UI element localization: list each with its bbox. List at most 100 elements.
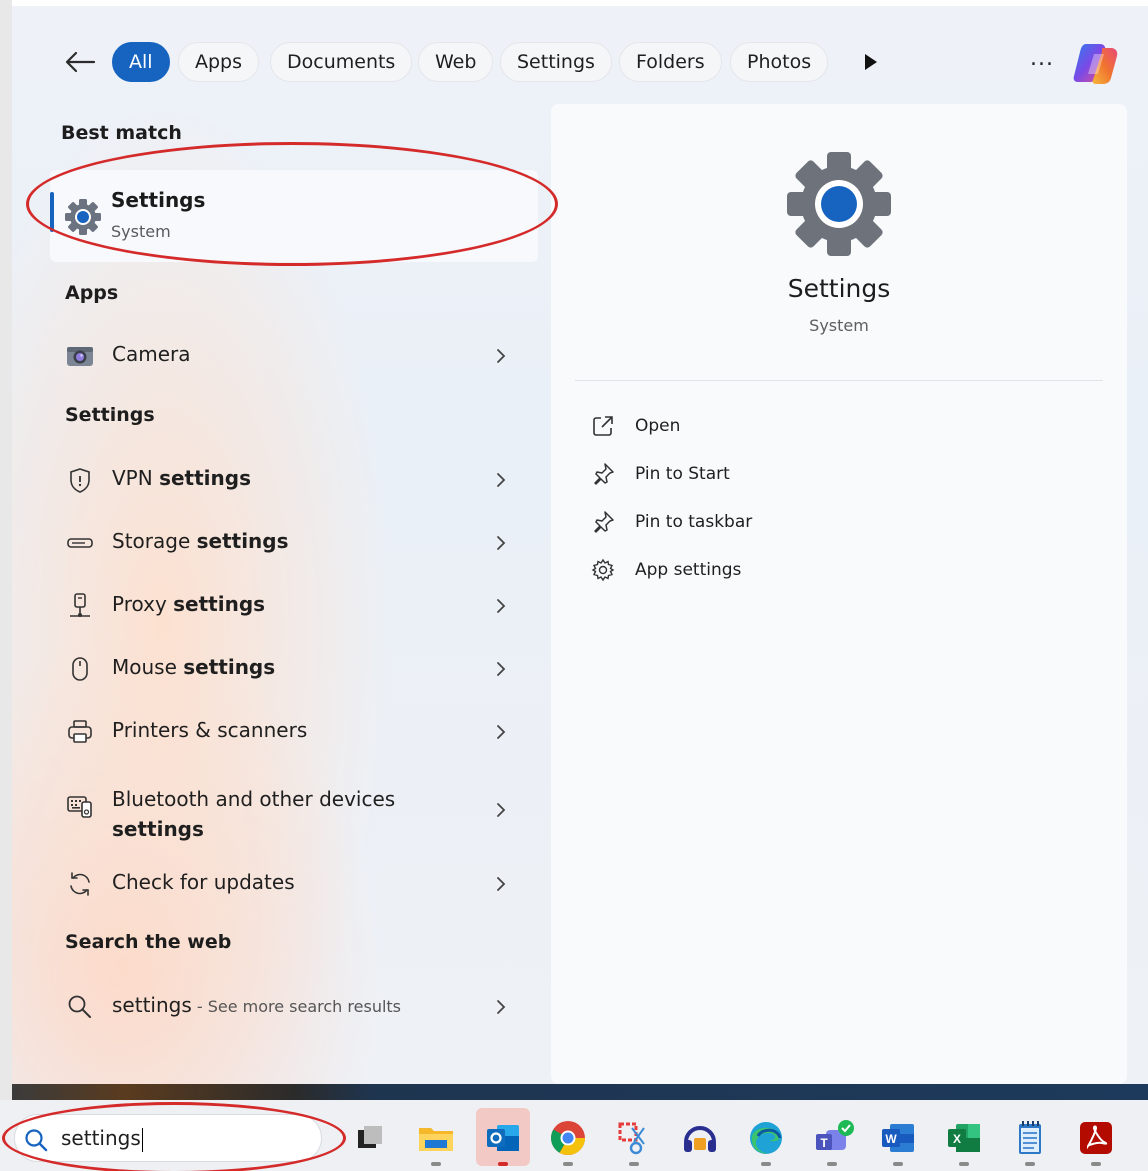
app-item-label: Camera [112, 342, 191, 366]
gear-icon [591, 558, 615, 582]
snipping-tool-icon[interactable] [614, 1118, 654, 1166]
audio-app-icon[interactable] [680, 1118, 720, 1158]
filter-chip-photos[interactable]: Photos [730, 42, 829, 82]
proxy-icon [70, 593, 90, 617]
action-label: Open [635, 416, 681, 436]
divider [575, 380, 1103, 381]
settings-item-label: Check for updates [112, 870, 295, 894]
running-indicator [431, 1162, 441, 1166]
word-icon[interactable]: W [878, 1118, 918, 1166]
apps-heading: Apps [65, 282, 119, 304]
settings-item-match: settings [173, 592, 266, 616]
settings-item-label: Proxy [112, 592, 174, 616]
web-query: settings [112, 993, 192, 1017]
search-panel: All Apps Documents Web Settings Folders … [12, 6, 1148, 1084]
running-indicator [563, 1162, 573, 1166]
settings-item-mouse[interactable]: Mouse settings [52, 643, 522, 695]
settings-item-label: Storage [112, 529, 197, 553]
running-indicator [1025, 1162, 1035, 1166]
search-icon [68, 995, 91, 1018]
settings-item-proxy[interactable]: Proxy settings [52, 580, 522, 632]
web-search-item[interactable]: settings - See more search results [52, 981, 522, 1033]
web-query-suffix: - See more search results [191, 997, 402, 1016]
outlook-icon[interactable] [476, 1108, 530, 1166]
settings-item-label: VPN [112, 466, 160, 490]
svg-text:X: X [953, 1132, 961, 1146]
action-app-settings[interactable]: App settings [591, 554, 891, 590]
best-match-heading: Best match [61, 122, 182, 144]
settings-item-updates[interactable]: Check for updates [52, 858, 522, 910]
copilot-icon[interactable] [1072, 40, 1122, 86]
more-filters-arrow-icon[interactable] [862, 52, 880, 72]
running-indicator [893, 1162, 903, 1166]
edge-icon[interactable] [746, 1118, 786, 1166]
action-label: Pin to Start [635, 464, 730, 484]
svg-text:W: W [885, 1132, 897, 1146]
settings-item-storage[interactable]: Storage settings [52, 517, 522, 569]
search-web-heading: Search the web [65, 931, 232, 953]
taskbar: settings T W X [0, 1100, 1148, 1171]
shield-icon [70, 468, 90, 493]
task-view-icon[interactable] [350, 1118, 390, 1158]
acrobat-icon[interactable] [1076, 1118, 1116, 1166]
more-options-button[interactable]: ... [1030, 46, 1054, 71]
chevron-right-icon [497, 662, 506, 676]
filter-chip-settings[interactable]: Settings [500, 42, 612, 82]
settings-item-printers[interactable]: Printers & scanners [52, 706, 522, 758]
running-indicator [761, 1162, 771, 1166]
chevron-right-icon [497, 877, 506, 891]
settings-item-label: Mouse [112, 655, 184, 679]
chrome-icon[interactable] [548, 1118, 588, 1166]
settings-item-match: settings [112, 817, 204, 841]
refresh-icon [70, 872, 90, 896]
action-open[interactable]: Open [591, 410, 891, 446]
settings-item-bluetooth[interactable]: Bluetooth and other devices settings [52, 770, 522, 842]
storage-icon [67, 538, 93, 548]
action-pin-start[interactable]: Pin to Start [591, 458, 891, 494]
file-explorer-icon[interactable] [416, 1118, 456, 1166]
chevron-right-icon [497, 473, 506, 487]
pin-icon [594, 463, 614, 485]
settings-item-label: Printers & scanners [112, 718, 308, 742]
filter-chip-documents[interactable]: Documents [270, 42, 413, 82]
filter-chip-web[interactable]: Web [418, 42, 494, 82]
notepad-icon[interactable] [1010, 1118, 1050, 1166]
excel-icon[interactable]: X [944, 1118, 984, 1166]
printer-icon [68, 720, 92, 743]
action-pin-taskbar[interactable]: Pin to taskbar [591, 506, 891, 542]
filter-chip-folders[interactable]: Folders [619, 42, 722, 82]
preview-title: Settings [787, 274, 891, 303]
annotation-oval [2, 1102, 346, 1171]
open-external-icon [593, 416, 613, 436]
mouse-icon [72, 657, 88, 681]
running-indicator [827, 1162, 837, 1166]
app-item-camera[interactable]: Camera [52, 330, 522, 382]
action-label: App settings [635, 560, 742, 580]
svg-text:T: T [820, 1136, 828, 1150]
running-indicator [959, 1162, 969, 1166]
camera-icon [67, 347, 93, 366]
settings-item-vpn[interactable]: VPN settings [52, 454, 522, 506]
filter-bar: All Apps Documents Web Settings Folders … [12, 36, 1148, 88]
desktop-wallpaper-strip [12, 1084, 1148, 1100]
settings-item-match: settings [196, 529, 289, 553]
settings-heading: Settings [65, 404, 155, 426]
settings-item-match: settings [183, 655, 276, 679]
back-arrow-icon[interactable] [64, 50, 96, 74]
teams-icon[interactable]: T [812, 1118, 854, 1166]
action-label: Pin to taskbar [635, 512, 753, 532]
running-indicator [1091, 1162, 1101, 1166]
settings-item-label: Bluetooth and other devices [112, 787, 396, 811]
preview-pane: Settings System Open Pin to Start Pin to… [551, 104, 1127, 1084]
preview-subtitle: System [809, 316, 869, 335]
chevron-right-icon [497, 349, 506, 363]
chevron-right-icon [497, 725, 506, 739]
chevron-right-icon [497, 803, 506, 817]
filter-chip-apps[interactable]: Apps [178, 42, 260, 82]
chevron-right-icon [497, 1000, 506, 1014]
running-indicator [629, 1162, 639, 1166]
filter-chip-all[interactable]: All [112, 42, 170, 82]
settings-item-match: settings [159, 466, 251, 490]
desktop-edge [0, 0, 12, 1100]
annotation-oval [26, 142, 558, 266]
